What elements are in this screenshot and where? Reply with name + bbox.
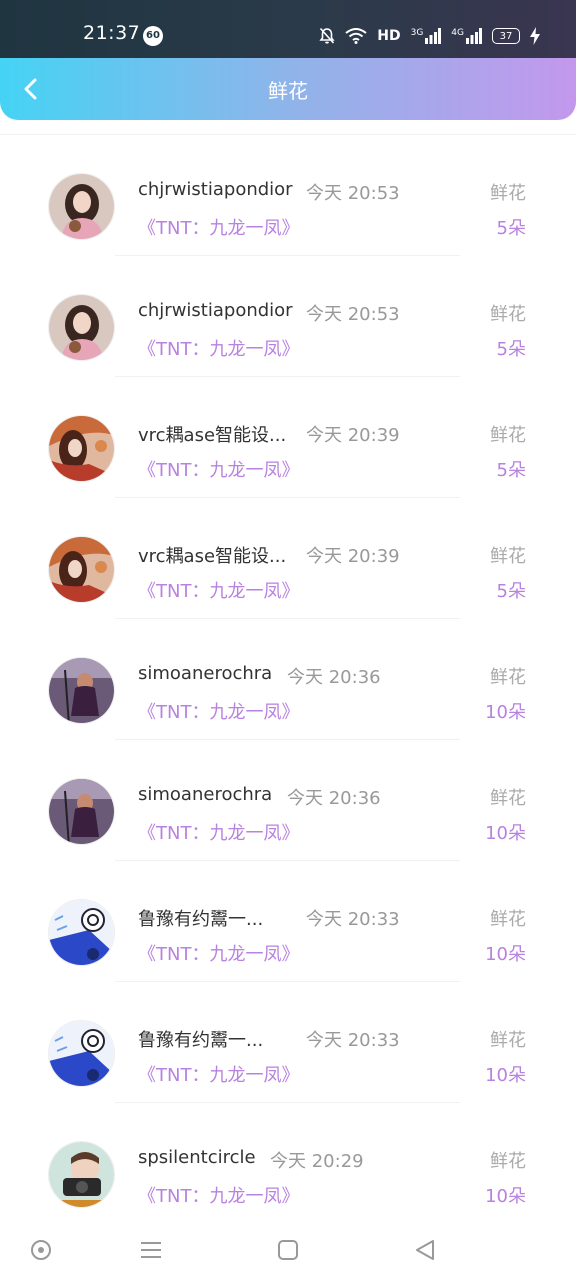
page-title: 鲜花 xyxy=(268,79,308,103)
user-name[interactable]: chjrwistiapondior xyxy=(138,300,293,321)
user-name[interactable]: 鲁豫有约鬻一... xyxy=(138,1026,263,1052)
event-title[interactable]: 《TNT：九龙一凤》 xyxy=(138,698,299,724)
square-icon xyxy=(278,1240,298,1260)
gift-count: 5朵 xyxy=(496,460,526,481)
triangle-back-icon xyxy=(416,1240,434,1260)
status-icons: HD 3G 4G 37 xyxy=(319,26,540,46)
signal-4g-label: 4G xyxy=(451,28,464,38)
system-back-button[interactable] xyxy=(407,1232,443,1268)
record-time: 今天 20:33 xyxy=(306,909,400,930)
record-time: 今天 20:53 xyxy=(306,304,400,325)
gift-record-list[interactable]: chjrwistiapondior 今天 20:53 《TNT：九龙一凤》 鲜花… xyxy=(0,134,576,1220)
user-avatar[interactable] xyxy=(48,173,115,240)
user-name[interactable]: spsilentcircle xyxy=(138,1147,256,1168)
gift-type: 鲜花 xyxy=(490,788,526,809)
user-name[interactable]: vrc耦ase智能设... xyxy=(138,542,286,568)
system-nav-bar xyxy=(0,1220,576,1280)
list-item[interactable]: spsilentcircle 今天 20:29 《TNT：九龙一凤》 鲜花 10… xyxy=(0,1103,576,1220)
gift-type: 鲜花 xyxy=(490,1030,526,1051)
home-button[interactable] xyxy=(270,1232,306,1268)
gift-count: 10朵 xyxy=(485,823,526,844)
list-item[interactable]: vrc耦ase智能设... 今天 20:39 《TNT：九龙一凤》 鲜花 5朵 xyxy=(0,377,576,498)
user-avatar[interactable] xyxy=(48,1020,115,1087)
record-time: 今天 20:53 xyxy=(306,183,400,204)
user-name[interactable]: simoanerochra xyxy=(138,784,272,805)
gift-type: 鲜花 xyxy=(490,304,526,325)
event-title[interactable]: 《TNT：九龙一凤》 xyxy=(138,940,299,966)
event-title[interactable]: 《TNT：九龙一凤》 xyxy=(138,456,299,482)
app-bar: 鲜花 xyxy=(0,58,576,120)
user-name[interactable]: simoanerochra xyxy=(138,663,272,684)
event-title[interactable]: 《TNT：九龙一凤》 xyxy=(138,214,299,240)
gift-count: 5朵 xyxy=(496,581,526,602)
circle-dot-icon xyxy=(31,1240,51,1260)
status-time: 21:37 xyxy=(83,22,141,44)
wifi-icon xyxy=(345,28,367,44)
event-title[interactable]: 《TNT：九龙一凤》 xyxy=(138,1061,299,1087)
record-time: 今天 20:39 xyxy=(306,546,400,567)
signal-4g-icon: 4G xyxy=(451,28,482,44)
list-item[interactable]: simoanerochra 今天 20:36 《TNT：九龙一凤》 鲜花 10朵 xyxy=(0,740,576,861)
event-title[interactable]: 《TNT：九龙一凤》 xyxy=(138,1182,299,1208)
gift-count: 10朵 xyxy=(485,944,526,965)
gift-count: 10朵 xyxy=(485,1065,526,1086)
event-title[interactable]: 《TNT：九龙一凤》 xyxy=(138,819,299,845)
list-item[interactable]: vrc耦ase智能设... 今天 20:39 《TNT：九龙一凤》 鲜花 5朵 xyxy=(0,498,576,619)
list-item[interactable]: chjrwistiapondior 今天 20:53 《TNT：九龙一凤》 鲜花… xyxy=(0,256,576,377)
assistant-button[interactable] xyxy=(23,1232,59,1268)
list-item[interactable]: 鲁豫有约鬻一... 今天 20:33 《TNT：九龙一凤》 鲜花 10朵 xyxy=(0,982,576,1103)
menu-icon xyxy=(141,1242,161,1258)
gift-count: 5朵 xyxy=(496,339,526,360)
signal-3g-label: 3G xyxy=(410,28,424,38)
charging-icon xyxy=(530,27,540,45)
gift-count: 5朵 xyxy=(496,218,526,239)
user-avatar[interactable] xyxy=(48,657,115,724)
hd-label: HD xyxy=(377,28,401,44)
user-name[interactable]: vrc耦ase智能设... xyxy=(138,421,286,447)
user-avatar[interactable] xyxy=(48,778,115,845)
notification-count-badge: 60 xyxy=(143,26,163,46)
record-time: 今天 20:33 xyxy=(306,1030,400,1051)
user-avatar[interactable] xyxy=(48,294,115,361)
event-title[interactable]: 《TNT：九龙一凤》 xyxy=(138,335,299,361)
user-name[interactable]: chjrwistiapondior xyxy=(138,179,293,200)
user-avatar[interactable] xyxy=(48,536,115,603)
record-time: 今天 20:29 xyxy=(270,1151,364,1172)
gift-type: 鲜花 xyxy=(490,1151,526,1172)
gift-type: 鲜花 xyxy=(490,425,526,446)
gift-count: 10朵 xyxy=(485,702,526,723)
record-time: 今天 20:36 xyxy=(287,667,381,688)
record-time: 今天 20:36 xyxy=(287,788,381,809)
gift-type: 鲜花 xyxy=(490,667,526,688)
list-item[interactable]: chjrwistiapondior 今天 20:53 《TNT：九龙一凤》 鲜花… xyxy=(0,135,576,256)
user-name[interactable]: 鲁豫有约鬻一... xyxy=(138,905,263,931)
status-bar: 21:37 60 HD 3G 4G 37 xyxy=(0,0,576,58)
user-avatar[interactable] xyxy=(48,1141,115,1208)
list-item[interactable]: 鲁豫有约鬻一... 今天 20:33 《TNT：九龙一凤》 鲜花 10朵 xyxy=(0,861,576,982)
bell-off-icon xyxy=(319,27,335,45)
gift-count: 10朵 xyxy=(485,1186,526,1207)
signal-3g-icon: 3G xyxy=(411,28,442,44)
menu-button[interactable] xyxy=(133,1232,169,1268)
event-title[interactable]: 《TNT：九龙一凤》 xyxy=(138,577,299,603)
battery-indicator: 37 xyxy=(492,28,520,44)
user-avatar[interactable] xyxy=(48,899,115,966)
gift-type: 鲜花 xyxy=(490,546,526,567)
user-avatar[interactable] xyxy=(48,415,115,482)
gift-type: 鲜花 xyxy=(490,183,526,204)
list-item[interactable]: simoanerochra 今天 20:36 《TNT：九龙一凤》 鲜花 10朵 xyxy=(0,619,576,740)
record-time: 今天 20:39 xyxy=(306,425,400,446)
gift-type: 鲜花 xyxy=(490,909,526,930)
